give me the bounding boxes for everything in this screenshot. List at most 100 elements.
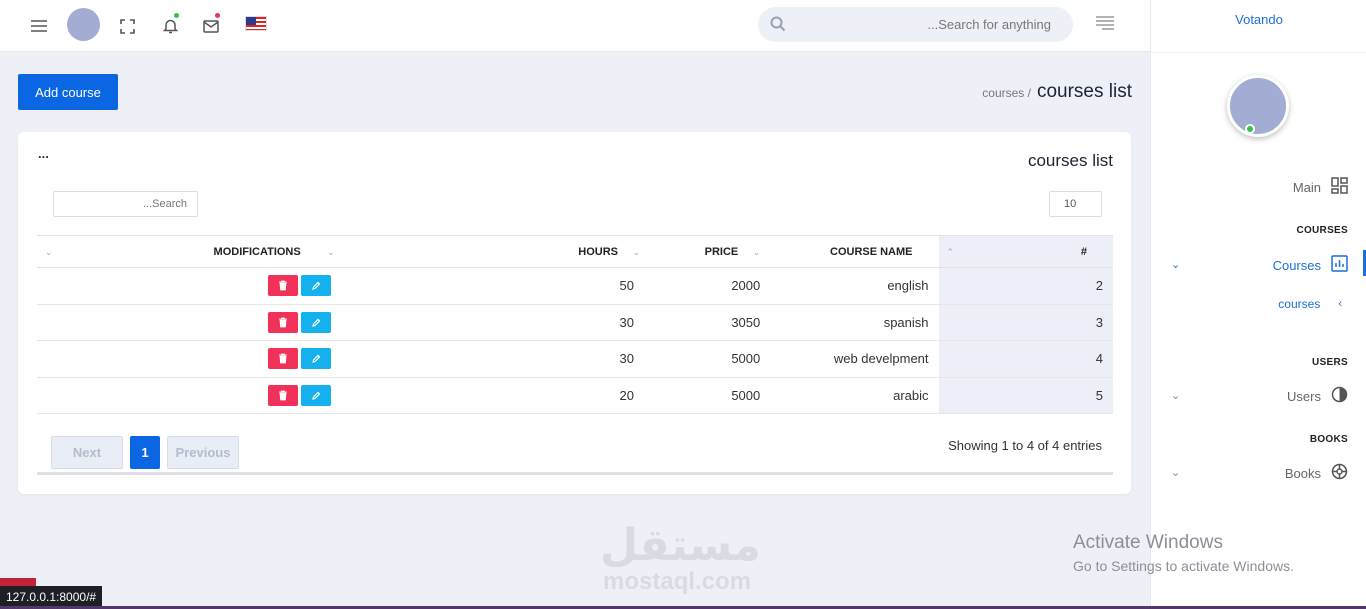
cell-course-name: web develpment bbox=[772, 340, 939, 378]
cell-course-name: english bbox=[772, 267, 939, 305]
cell-course-name: arabic bbox=[772, 377, 939, 414]
spacer-cell bbox=[342, 304, 542, 341]
add-course-button[interactable]: Add course bbox=[18, 74, 118, 110]
sidebar-item-label: Users bbox=[1287, 388, 1321, 404]
column-label: # bbox=[1080, 245, 1087, 258]
sidebar-subitem-courses[interactable]: courses ‹ bbox=[1278, 297, 1342, 311]
edit-button[interactable] bbox=[300, 311, 331, 333]
pencil-icon bbox=[311, 354, 321, 364]
column-header-price[interactable]: PRICE ⌄ bbox=[652, 235, 773, 268]
table-row: 50 2000 english 2 bbox=[37, 267, 1113, 305]
table-row: 30 3050 spanish 3 bbox=[37, 304, 1113, 341]
chevron-left-icon: ‹ bbox=[1338, 298, 1342, 310]
sidebar-item-books[interactable]: Books bbox=[1285, 463, 1348, 483]
cell-number: 2 bbox=[938, 267, 1113, 305]
pagination: Next 1 Previous bbox=[51, 436, 239, 469]
column-header-modifications[interactable]: ⌄ MODIFICATIONS ⌄ bbox=[37, 235, 343, 268]
delete-button[interactable] bbox=[267, 348, 298, 370]
mail-dot bbox=[214, 12, 221, 19]
row-actions bbox=[37, 377, 343, 414]
courses-card: ... courses list 10 ⌄ MODIFICATIONS ⌄ HO… bbox=[18, 132, 1131, 494]
card-title: courses list bbox=[1027, 151, 1113, 170]
cell-course-name: spanish bbox=[772, 304, 939, 341]
page-1-button[interactable]: 1 bbox=[130, 436, 160, 469]
fullscreen-icon[interactable] bbox=[115, 14, 139, 38]
activate-windows-notice: Activate Windows Go to Settings to activ… bbox=[1073, 532, 1294, 574]
sidebar-item-main[interactable]: Main bbox=[1293, 177, 1348, 197]
next-page-button[interactable]: Next bbox=[51, 436, 123, 469]
page-length-select[interactable]: 10 bbox=[1049, 191, 1102, 217]
notification-dot bbox=[173, 12, 180, 19]
column-label: COURSE NAME bbox=[830, 245, 913, 258]
table-search-input[interactable] bbox=[54, 192, 197, 216]
spacer-cell bbox=[342, 377, 542, 414]
edit-button[interactable] bbox=[300, 384, 331, 406]
search-icon bbox=[770, 16, 786, 37]
sidebar-item-label: courses bbox=[1278, 297, 1321, 311]
sidebar-heading-users: USERS bbox=[1312, 357, 1348, 368]
avatar[interactable] bbox=[67, 8, 100, 41]
watermark-text: mostaql.com bbox=[603, 568, 752, 595]
sidebar: Votando Main COURSES ⌄ Courses courses ‹… bbox=[1150, 0, 1366, 609]
column-label: MODIFICATIONS bbox=[213, 245, 301, 258]
column-label: HOURS bbox=[578, 245, 618, 258]
cell-number: 3 bbox=[938, 304, 1113, 341]
pie-icon bbox=[1331, 386, 1348, 406]
chevron-down-icon[interactable]: ⌄ bbox=[1171, 258, 1180, 271]
delete-button[interactable] bbox=[267, 275, 298, 297]
column-header-course-name[interactable]: COURSE NAME bbox=[772, 235, 939, 268]
chevron-down-icon[interactable]: ⌄ bbox=[1171, 389, 1180, 402]
sort-icon: ⌄ bbox=[632, 247, 640, 257]
bar-chart-icon bbox=[1331, 255, 1348, 275]
global-search[interactable] bbox=[758, 7, 1073, 42]
sidebar-item-courses[interactable]: Courses bbox=[1273, 255, 1348, 275]
table-search[interactable] bbox=[53, 191, 198, 217]
spacer-cell bbox=[342, 340, 542, 378]
cell-price: 2000 bbox=[652, 267, 773, 305]
table-row: 20 5000 arabic 5 bbox=[37, 377, 1113, 414]
courses-table: ⌄ MODIFICATIONS ⌄ HOURS ⌄ PRICE ⌄ COURSE… bbox=[37, 235, 1113, 414]
right-menu-icon[interactable] bbox=[1095, 15, 1115, 36]
online-status-dot bbox=[1245, 124, 1255, 134]
row-actions bbox=[37, 304, 343, 341]
sidebar-item-users[interactable]: Users bbox=[1287, 386, 1348, 406]
breadcrumb: courses / courses list bbox=[982, 81, 1132, 103]
sidebar-item-label: Books bbox=[1284, 465, 1321, 481]
hamburger-icon[interactable] bbox=[27, 14, 51, 38]
sidebar-item-label: Main bbox=[1292, 179, 1321, 195]
search-input[interactable] bbox=[758, 7, 1073, 42]
trash-icon bbox=[278, 390, 287, 401]
sort-icon: ⌄ bbox=[752, 247, 761, 257]
us-flag-icon[interactable] bbox=[245, 16, 267, 31]
card-options-icon[interactable]: ... bbox=[38, 146, 49, 161]
cell-number: 4 bbox=[938, 340, 1113, 378]
pencil-icon bbox=[311, 391, 321, 400]
table-info: Showing 1 to 4 of 4 entries bbox=[948, 438, 1102, 453]
cell-price: 5000 bbox=[652, 377, 773, 414]
spacer-cell bbox=[342, 267, 542, 305]
sort-icon: ⌃ bbox=[946, 247, 955, 257]
breadcrumb-parent[interactable]: courses / bbox=[982, 86, 1031, 100]
top-navbar bbox=[0, 0, 1150, 52]
column-header-hours[interactable]: HOURS ⌄ bbox=[541, 235, 652, 268]
watermark-logo: مستقل bbox=[600, 520, 761, 571]
column-header-number[interactable]: ⌃ # bbox=[938, 235, 1113, 268]
pencil-icon bbox=[311, 318, 321, 327]
edit-button[interactable] bbox=[300, 348, 331, 370]
trash-icon bbox=[278, 317, 287, 328]
delete-button[interactable] bbox=[267, 384, 298, 406]
chevron-down-icon[interactable]: ⌄ bbox=[1171, 466, 1180, 479]
horizontal-scrollbar[interactable] bbox=[37, 472, 1113, 475]
delete-button[interactable] bbox=[267, 311, 298, 333]
taskbar-fragment bbox=[0, 578, 36, 586]
trash-icon bbox=[278, 353, 287, 364]
profile-avatar[interactable] bbox=[1227, 75, 1289, 137]
dashboard-grid-icon bbox=[1331, 177, 1348, 197]
table-row: 30 5000 web develpment 4 bbox=[37, 340, 1113, 378]
edit-button[interactable] bbox=[300, 275, 331, 297]
sort-icon: ⌄ bbox=[327, 247, 335, 257]
sidebar-item-label: Courses bbox=[1272, 257, 1321, 273]
previous-page-button[interactable]: Previous bbox=[167, 436, 239, 469]
brand-logo[interactable]: Votando bbox=[1151, 0, 1366, 53]
cell-hours: 50 bbox=[541, 267, 652, 305]
